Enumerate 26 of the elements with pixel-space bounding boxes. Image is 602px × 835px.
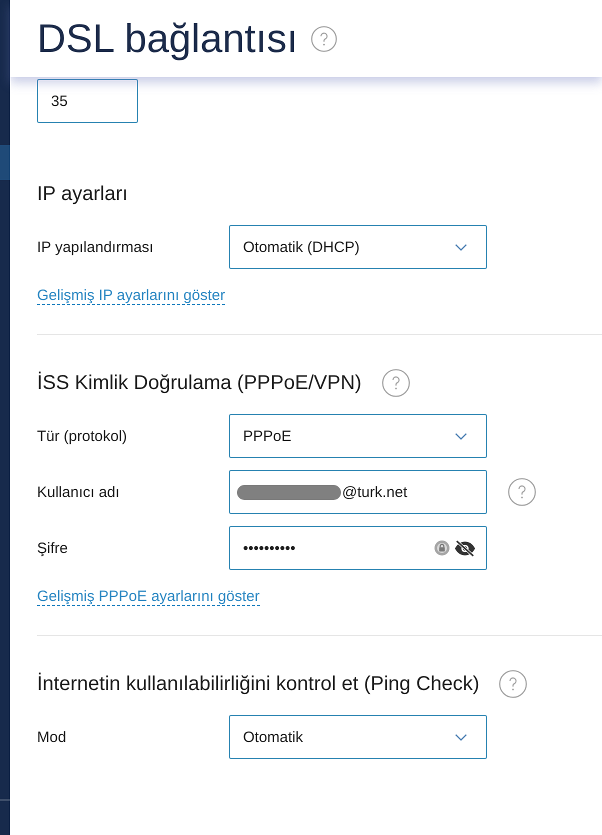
dropdown[interactable]: Otomatik (DHCP)	[229, 225, 487, 269]
password-field[interactable]: ••••••••••	[229, 526, 487, 570]
help-icon[interactable]	[310, 26, 337, 52]
page-title: DSL bağlantısı	[37, 16, 298, 62]
help-icon[interactable]	[382, 369, 410, 397]
field-label: Şifre	[37, 540, 69, 556]
field-label: IP yapılandırması	[37, 238, 154, 256]
dropdown[interactable]: Otomatik	[229, 715, 487, 759]
eye-slash-icon[interactable]	[454, 540, 476, 556]
text-field[interactable]: @turk.net	[229, 470, 487, 514]
help-icon[interactable]	[499, 670, 528, 698]
dropdown[interactable]: PPPoE	[229, 414, 487, 458]
chevron-down-icon	[455, 244, 467, 250]
text-field[interactable]: 35	[37, 79, 138, 123]
section-heading: İnternetin kullanılabilirliğini kontrol et (Ping Check)	[37, 672, 480, 696]
advanced-settings-link[interactable]: Gelişmiş IP ayarlarını göster	[37, 287, 226, 305]
help-icon[interactable]	[508, 478, 536, 506]
chevron-down-icon	[455, 734, 467, 740]
lock-circle-icon[interactable]	[434, 540, 450, 556]
section-heading: IP ayarları	[37, 182, 128, 206]
field-label: Mod	[37, 728, 68, 746]
advanced-settings-link[interactable]: Gelişmiş PPPoE ayarlarını göster	[37, 588, 260, 606]
section-heading: İSS Kimlik Doğrulama (PPPoE/VPN)	[37, 371, 362, 395]
field-label: Tür (protokol)	[37, 428, 128, 444]
chevron-down-icon	[455, 432, 467, 440]
field-label: Kullanıcı adı	[37, 484, 121, 500]
